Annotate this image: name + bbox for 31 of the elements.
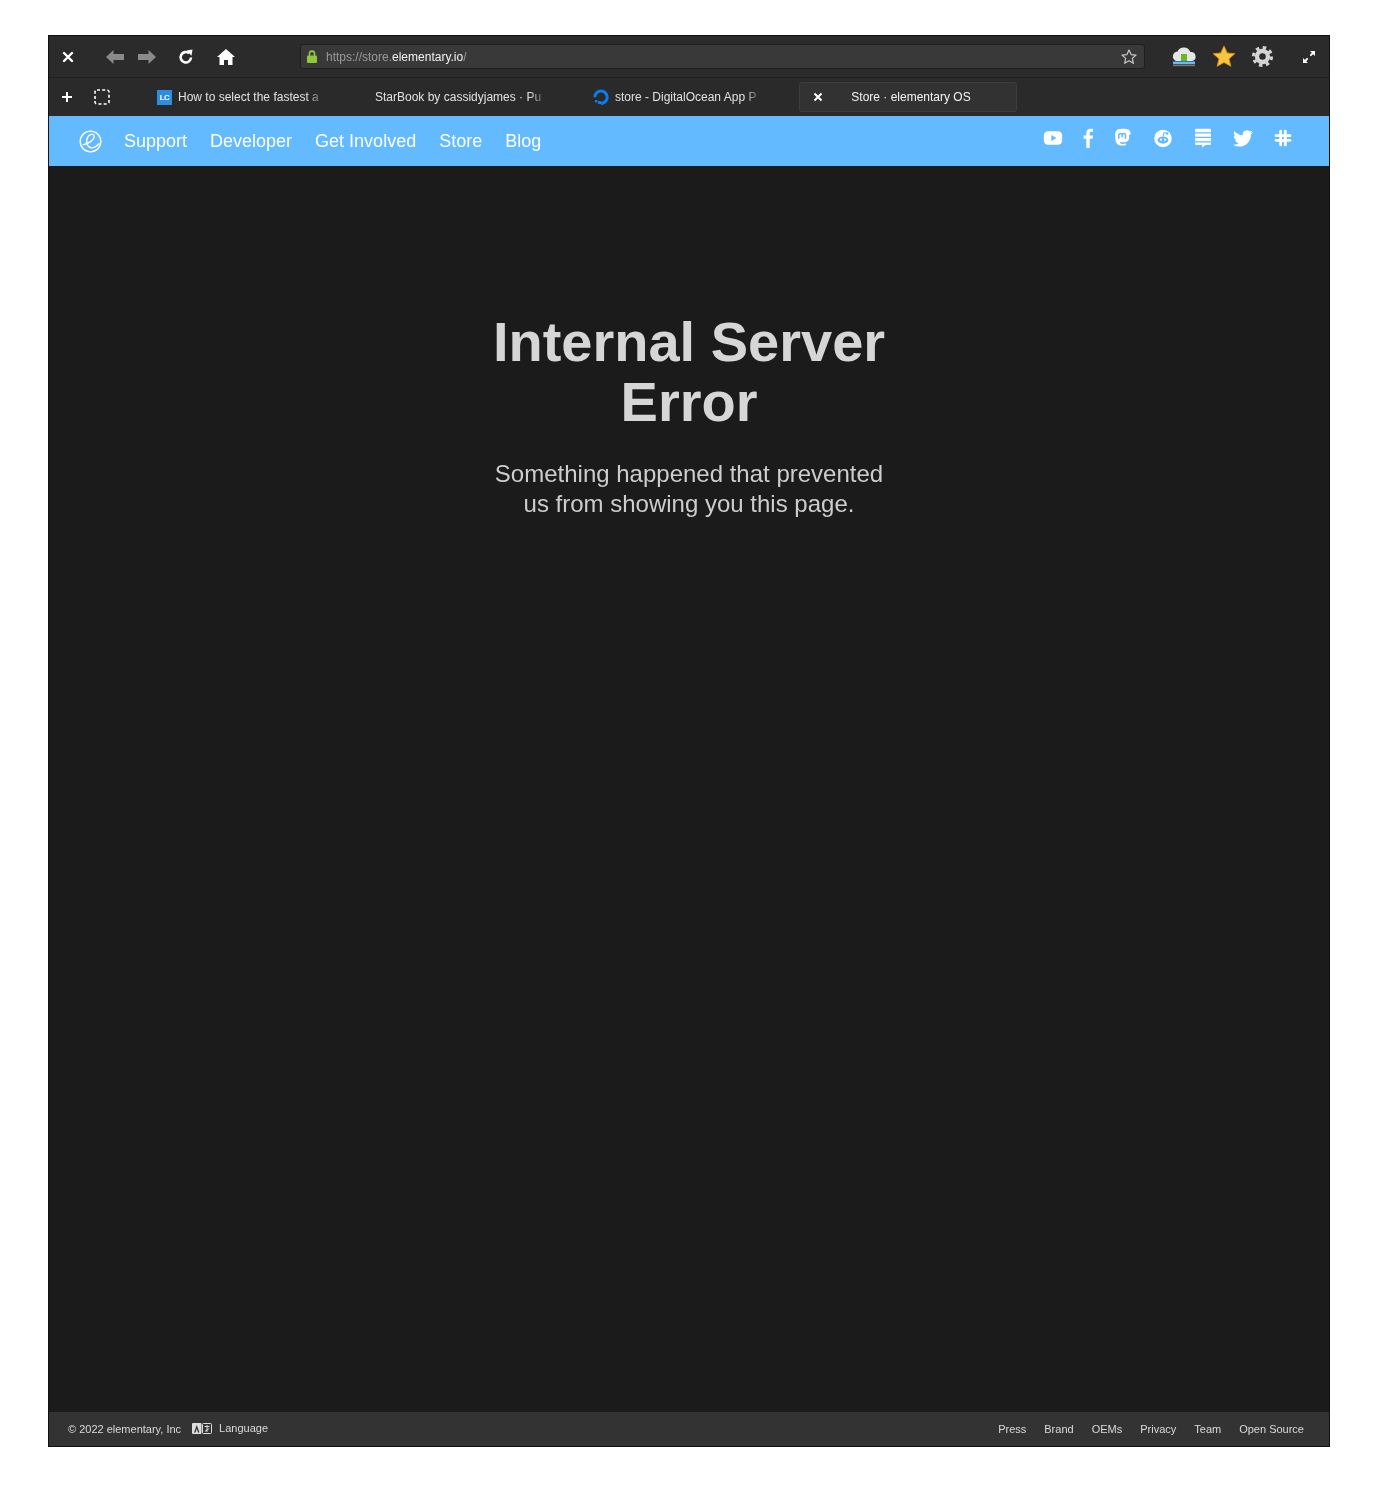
star-icon[interactable] bbox=[1212, 44, 1236, 69]
new-tab-icon[interactable] bbox=[61, 91, 73, 103]
footer-link[interactable]: Privacy bbox=[1140, 1423, 1177, 1435]
address-text: https://store.elementary.io/ bbox=[326, 49, 467, 64]
close-icon[interactable] bbox=[62, 50, 74, 63]
footer-link[interactable]: Open Source bbox=[1239, 1423, 1304, 1435]
error-message: Something happened that prevented us from showing you this page. bbox=[493, 459, 885, 519]
footer-link[interactable]: Team bbox=[1194, 1423, 1222, 1435]
favicon-badge: LC bbox=[157, 89, 172, 105]
tab[interactable]: StarBook by cassidyjames · Pu bbox=[375, 82, 542, 112]
reload-icon[interactable] bbox=[177, 48, 195, 65]
footer-link[interactable]: Press bbox=[998, 1423, 1027, 1435]
copyright-text: © 2022 elementary, Inc bbox=[68, 1423, 182, 1435]
star-outline-icon[interactable] bbox=[1121, 48, 1137, 65]
error-title: Internal Server Error bbox=[491, 312, 887, 432]
footer-link[interactable]: Brand bbox=[1044, 1423, 1074, 1435]
settings-icon[interactable] bbox=[1251, 45, 1274, 68]
lock-icon bbox=[307, 50, 317, 63]
home-icon[interactable] bbox=[217, 48, 235, 65]
cloud-icon[interactable] bbox=[1171, 45, 1197, 68]
tab[interactable]: store - DigitalOcean App P bbox=[593, 82, 757, 112]
language-link[interactable]: Language bbox=[219, 1422, 269, 1434]
tab[interactable]: Store · elementary OS bbox=[799, 82, 1017, 112]
dashed-square-icon[interactable] bbox=[94, 89, 110, 105]
address-field[interactable]: https://store.elementary.io/ bbox=[300, 44, 1145, 69]
footer-link[interactable]: OEMs bbox=[1091, 1423, 1123, 1435]
tab[interactable]: LC How to select the fastest a bbox=[157, 82, 319, 112]
close-tab-icon[interactable] bbox=[813, 92, 823, 102]
ring-favicon-icon bbox=[593, 89, 609, 105]
fullscreen-icon[interactable] bbox=[1302, 49, 1316, 64]
translate-icon[interactable] bbox=[192, 1422, 213, 1434]
